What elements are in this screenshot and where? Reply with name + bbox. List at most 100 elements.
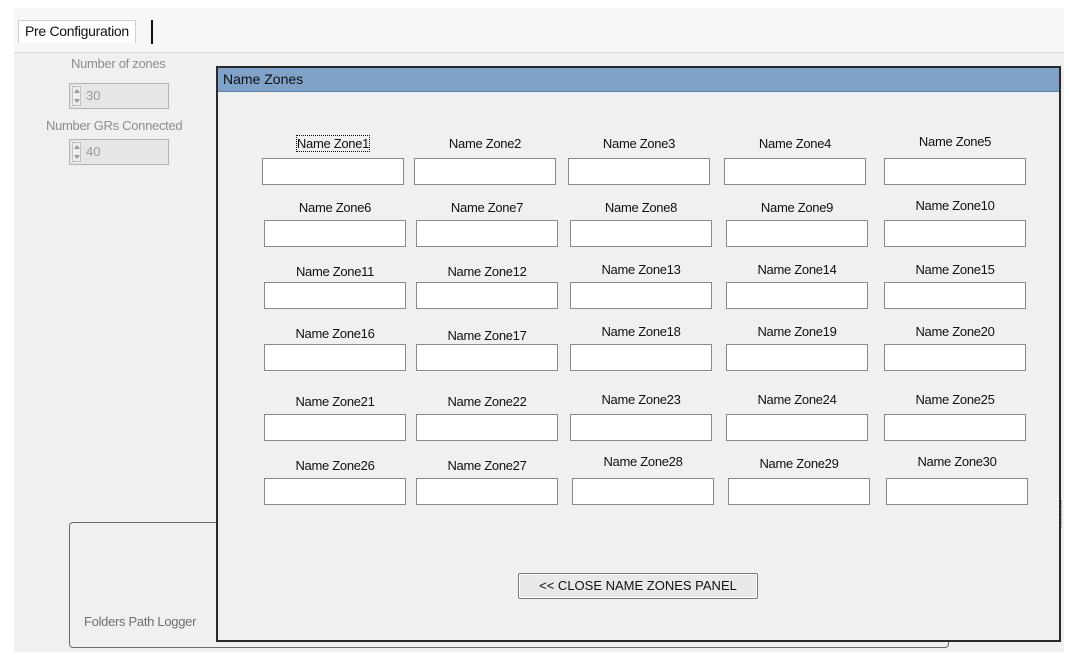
zone-label-text: Name Zone15	[915, 262, 995, 277]
zone-name-input-1[interactable]	[262, 158, 404, 185]
zone-name-input-3[interactable]	[568, 158, 710, 185]
zone-name-input-24[interactable]	[726, 414, 868, 441]
zone-label-10: Name Zone10	[884, 198, 1026, 213]
zone-name-input-25[interactable]	[884, 414, 1026, 441]
zone-name-input-19[interactable]	[726, 344, 868, 371]
zone-label-text: Name Zone23	[601, 392, 681, 407]
grs-count-stepper[interactable]: 40	[69, 139, 169, 165]
zone-name-input-11[interactable]	[264, 282, 406, 309]
zone-name-input-29[interactable]	[728, 478, 870, 505]
zone-label-5: Name Zone5	[884, 134, 1026, 149]
stepper-down-icon	[74, 155, 80, 159]
zone-label-text: Name Zone6	[298, 200, 372, 215]
zone-label-7: Name Zone7	[416, 200, 558, 215]
zone-label-26: Name Zone26	[264, 458, 406, 473]
zone-label-text: Name Zone24	[757, 392, 837, 407]
close-name-zones-button[interactable]: << CLOSE NAME ZONES PANEL	[518, 573, 758, 599]
tab-strip: Pre Configuration	[14, 8, 1064, 53]
folders-path-logger-label: Folders Path Logger	[84, 614, 197, 629]
zone-label-3: Name Zone3	[568, 136, 710, 151]
zones-count-stepper[interactable]: 30	[69, 83, 169, 109]
zone-name-input-7[interactable]	[416, 220, 558, 247]
dialog-title-bar: Name Zones	[218, 68, 1059, 92]
zone-name-input-4[interactable]	[724, 158, 866, 185]
zones-count-label: Number of zones	[71, 56, 166, 71]
zone-label-text: Name Zone28	[603, 454, 683, 469]
zone-name-input-13[interactable]	[570, 282, 712, 309]
zone-label-text: Name Zone19	[757, 324, 837, 339]
zone-label-text: Name Zone11	[295, 264, 375, 279]
zone-name-input-8[interactable]	[570, 220, 712, 247]
zone-name-input-23[interactable]	[570, 414, 712, 441]
tab-separator	[151, 20, 153, 44]
stepper-arrows[interactable]	[72, 86, 81, 106]
grs-count-label: Number GRs Connected	[46, 118, 183, 133]
zone-label-text: Name Zone12	[447, 264, 527, 279]
zone-name-input-30[interactable]	[886, 478, 1028, 505]
zone-label-20: Name Zone20	[884, 324, 1026, 339]
zone-name-input-2[interactable]	[414, 158, 556, 185]
zone-label-15: Name Zone15	[884, 262, 1026, 277]
zone-label-text: Name Zone8	[604, 200, 678, 215]
zone-label-text: Name Zone1	[295, 135, 371, 152]
grs-count-value: 40	[86, 144, 101, 159]
zone-name-input-15[interactable]	[884, 282, 1026, 309]
zone-label-text: Name Zone26	[295, 458, 375, 473]
zone-label-21: Name Zone21	[264, 394, 406, 409]
zone-label-6: Name Zone6	[264, 200, 406, 215]
zone-label-text: Name Zone30	[917, 454, 997, 469]
zone-label-text: Name Zone5	[918, 134, 992, 149]
zone-label-13: Name Zone13	[570, 262, 712, 277]
zone-name-input-16[interactable]	[264, 344, 406, 371]
panel-edge-marker	[1061, 500, 1064, 528]
zone-name-input-28[interactable]	[572, 478, 714, 505]
zone-label-text: Name Zone16	[295, 326, 375, 341]
zone-label-text: Name Zone9	[760, 200, 834, 215]
zone-label-2: Name Zone2	[414, 136, 556, 151]
dialog-title: Name Zones	[223, 71, 304, 87]
zone-label-30: Name Zone30	[886, 454, 1028, 469]
zone-label-text: Name Zone2	[448, 136, 522, 151]
zone-label-text: Name Zone20	[915, 324, 995, 339]
zone-label-28: Name Zone28	[572, 454, 714, 469]
zone-name-input-14[interactable]	[726, 282, 868, 309]
zone-name-input-6[interactable]	[264, 220, 406, 247]
zone-name-input-22[interactable]	[416, 414, 558, 441]
zone-label-12: Name Zone12	[416, 264, 558, 279]
zone-label-17: Name Zone17	[416, 328, 558, 343]
zone-label-text: Name Zone7	[450, 200, 524, 215]
zone-name-input-9[interactable]	[726, 220, 868, 247]
zone-label-text: Name Zone17	[447, 328, 527, 343]
stepper-down-icon	[74, 99, 80, 103]
zone-label-text: Name Zone21	[295, 394, 375, 409]
zone-label-11: Name Zone11	[264, 264, 406, 279]
zone-label-23: Name Zone23	[570, 392, 712, 407]
zone-name-input-21[interactable]	[264, 414, 406, 441]
zone-name-input-10[interactable]	[884, 220, 1026, 247]
zone-label-25: Name Zone25	[884, 392, 1026, 407]
stepper-up-icon	[74, 89, 80, 93]
zone-name-input-5[interactable]	[884, 158, 1026, 185]
zone-label-18: Name Zone18	[570, 324, 712, 339]
stepper-arrows[interactable]	[72, 142, 81, 162]
zone-name-input-26[interactable]	[264, 478, 406, 505]
zone-name-input-27[interactable]	[416, 478, 558, 505]
zone-label-4: Name Zone4	[724, 136, 866, 151]
zone-label-text: Name Zone3	[602, 136, 676, 151]
zone-label-16: Name Zone16	[264, 326, 406, 341]
zone-name-input-12[interactable]	[416, 282, 558, 309]
zone-label-text: Name Zone4	[758, 136, 832, 151]
zone-label-1: Name Zone1	[262, 135, 404, 152]
zone-label-24: Name Zone24	[726, 392, 868, 407]
zone-name-input-20[interactable]	[884, 344, 1026, 371]
zone-name-input-17[interactable]	[416, 344, 558, 371]
zone-label-text: Name Zone18	[601, 324, 681, 339]
zone-label-19: Name Zone19	[726, 324, 868, 339]
zone-label-22: Name Zone22	[416, 394, 558, 409]
zone-label-text: Name Zone25	[915, 392, 995, 407]
zone-label-text: Name Zone14	[757, 262, 837, 277]
zone-name-input-18[interactable]	[570, 344, 712, 371]
tab-pre-configuration[interactable]: Pre Configuration	[18, 20, 136, 43]
zone-label-27: Name Zone27	[416, 458, 558, 473]
zone-label-text: Name Zone13	[601, 262, 681, 277]
